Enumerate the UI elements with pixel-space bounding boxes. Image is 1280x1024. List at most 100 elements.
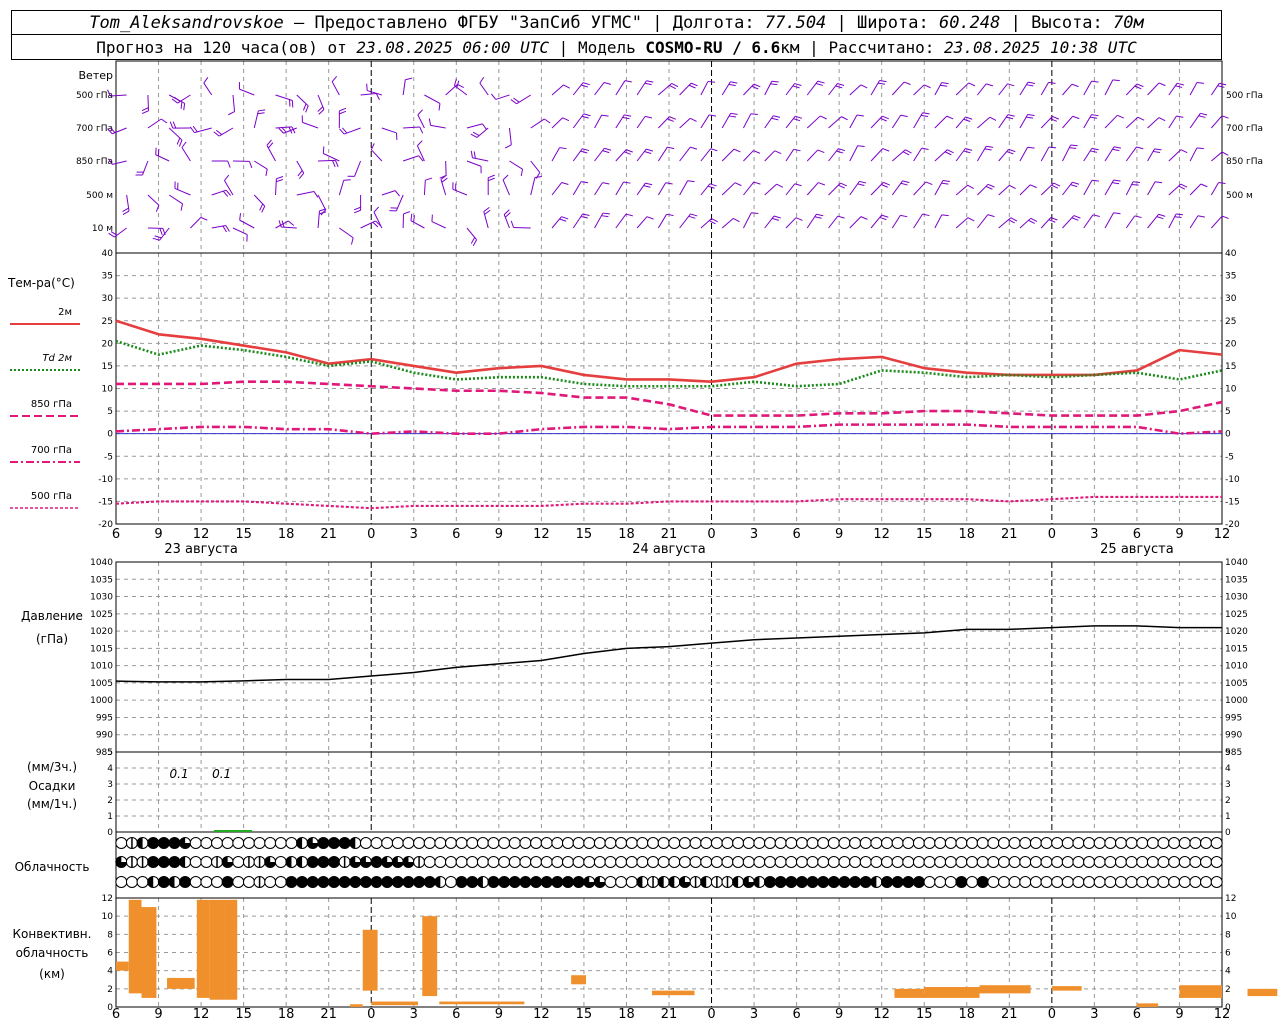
wind-barb-shaft [700, 218, 712, 229]
wind-barb-feather [860, 216, 868, 220]
wind-barb-feather [771, 80, 779, 83]
wind-barb-feather [339, 107, 347, 112]
y-tick-label-left: 1 [107, 812, 113, 822]
cloud-cover-symbol [859, 876, 872, 888]
wind-barb-feather [582, 148, 590, 152]
wind-level-label-right: 850 гПа [1226, 157, 1263, 167]
wind-barb-feather [180, 203, 184, 211]
cloud-cover-symbol [902, 876, 915, 888]
wind-barb-feather [968, 82, 976, 87]
cloud-cover-symbol [1168, 876, 1181, 888]
y-tick-label-right: 15 [1225, 362, 1236, 372]
cloud-cover-symbol [923, 856, 936, 868]
wind-barb-shaft [657, 182, 667, 196]
wind-barb-feather [1200, 112, 1208, 116]
wind-barb-shaft [452, 188, 468, 196]
legend-label: 850 гПа [31, 399, 72, 410]
wind-barb-feather [646, 80, 654, 83]
wind-barb-feather [160, 118, 168, 124]
wind-barb-shaft [1040, 116, 1053, 129]
wind-barb-feather [816, 213, 824, 217]
wind-barb-feather [470, 237, 476, 244]
wind-barb-shaft [1083, 179, 1093, 196]
cloud-cover-symbol [189, 856, 202, 868]
cloud-cover-symbol [997, 856, 1010, 868]
cloud-cover-symbol [1104, 856, 1117, 868]
wind-barb-feather [1158, 117, 1166, 122]
wind-barb-shaft [764, 183, 777, 196]
cloud-half-mark [285, 856, 292, 868]
cloud-cover-symbol [764, 856, 777, 868]
wind-barb-feather [707, 80, 715, 83]
wind-barb-feather [1071, 83, 1079, 88]
x-tick-label: 12 [873, 527, 890, 542]
cloud-cover-symbol [1146, 876, 1159, 888]
cloud-cover-symbol [264, 837, 277, 849]
convective-bar [651, 990, 695, 996]
wind-barb-shaft [530, 177, 536, 196]
wind-barb-feather [624, 114, 632, 117]
wind-barb-feather [922, 112, 930, 115]
y-tick-label-left: 3 [107, 780, 113, 790]
x-tick-label-bottom: 21 [661, 1007, 678, 1022]
wind-barb-shaft [806, 115, 821, 129]
wind-barb-feather [470, 150, 473, 158]
wind-barb-shaft [155, 154, 170, 162]
x-tick-label-bottom: 0 [1048, 1007, 1056, 1022]
wind-barb-feather [257, 112, 265, 115]
wind-barb-shaft [955, 184, 968, 196]
cloud-cover-symbol [338, 876, 351, 888]
wind-barb-feather [482, 123, 487, 130]
cloud-cover-symbol [221, 837, 234, 849]
cloud-cover-symbol [1051, 837, 1064, 849]
wind-barb-feather [733, 217, 740, 223]
cloud-cover-symbol [615, 837, 628, 849]
y-tick-label-right: 2 [1225, 985, 1231, 995]
cloud-cover-symbol [721, 837, 734, 849]
wind-barb-shaft [1040, 217, 1052, 229]
wind-barb-feather [261, 205, 266, 213]
y-tick-label-left: 12 [102, 894, 113, 904]
wind-barb-feather [561, 216, 569, 220]
x-tick-label-bottom: 18 [958, 1007, 975, 1022]
wind-barb-feather [709, 114, 717, 117]
wind-barb-feather [470, 133, 478, 138]
y-tick-label-right: -5 [1225, 452, 1234, 462]
cloud-cover-symbol [455, 837, 468, 849]
wind-barb-feather [239, 213, 242, 221]
wind-barb-shaft [1104, 212, 1115, 229]
wind-barb-shaft [551, 147, 561, 162]
x-tick-label-bottom: 6 [452, 1007, 460, 1022]
cloud-cover-symbol [157, 876, 170, 888]
wind-barb-feather [795, 217, 803, 221]
wind-barb-feather [473, 151, 476, 159]
wind-barb-feather [222, 225, 227, 233]
cloud-cover-symbol [689, 856, 702, 868]
wind-level-label-right: 500 гПа [1226, 91, 1263, 101]
wind-barb-feather [370, 143, 375, 150]
wind-barb-feather [817, 149, 825, 154]
cloud-cover-symbol [966, 876, 979, 888]
wind-level-label-left: 500 гПа [76, 91, 113, 101]
wind-barb-feather [709, 183, 717, 187]
x-tick-label: 6 [112, 527, 120, 542]
cloud-cover-symbol [657, 837, 670, 849]
wind-barb-feather [559, 218, 567, 222]
wind-barb-shaft [934, 115, 948, 129]
cloud-cover-symbol [1008, 837, 1021, 849]
wind-level-label-left: 10 м [92, 224, 113, 234]
cloud-cover-symbol [508, 876, 521, 888]
x-tick-label: 18 [958, 527, 975, 542]
wind-barb-feather [1134, 85, 1142, 90]
wind-barb-shaft [479, 82, 489, 96]
wind-barb-shaft [1104, 79, 1114, 96]
wind-barb-feather [688, 215, 696, 219]
wind-barb-shaft [508, 127, 512, 145]
y-tick-label-left: 35 [102, 272, 113, 282]
cloud-half-mark [296, 837, 303, 849]
wind-barb-shaft [466, 123, 483, 129]
cloud-cover-symbol [912, 837, 925, 849]
cloud-cover-symbol [402, 876, 415, 888]
wind-barb-shaft [764, 150, 776, 162]
x-tick-label: 3 [750, 527, 758, 542]
